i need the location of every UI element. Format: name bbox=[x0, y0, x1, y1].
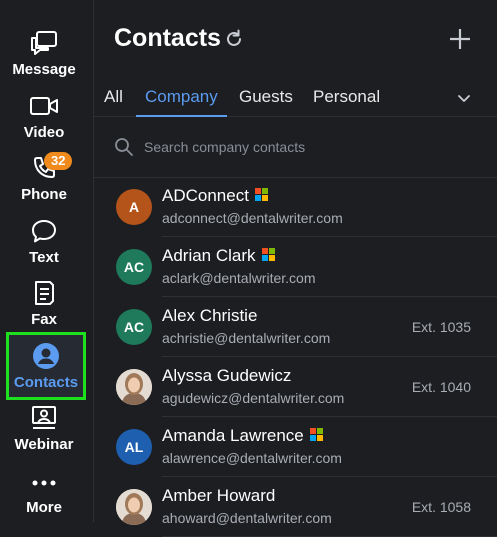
contact-name: Amber Howard bbox=[162, 486, 275, 506]
contact-row[interactable]: Amber Howard ahoward@dentalwriter.com Ext.… bbox=[94, 477, 497, 537]
contact-email: aclark@dentalwriter.com bbox=[162, 270, 316, 286]
contact-email: ahoward@dentalwriter.com bbox=[162, 510, 332, 526]
contact-name: Amanda Lawrence bbox=[162, 426, 324, 446]
contact-email: achristie@dentalwriter.com bbox=[162, 330, 331, 346]
avatar bbox=[116, 489, 152, 525]
microsoft-icon bbox=[309, 428, 324, 442]
avatar bbox=[116, 369, 152, 405]
avatar: AC bbox=[116, 309, 152, 345]
nav-video-label: Video bbox=[23, 124, 65, 141]
contact-extension: Ext. 1058 bbox=[411, 499, 471, 515]
contact-email: agudewicz@dentalwriter.com bbox=[162, 390, 345, 406]
more-dots-icon bbox=[29, 466, 59, 496]
page-title: Contacts bbox=[114, 24, 221, 52]
tab-personal[interactable]: Personal bbox=[313, 87, 380, 115]
contact-name-text: Adrian Clark bbox=[162, 246, 256, 265]
contact-tabs: All Company Guests Personal bbox=[94, 82, 497, 117]
webinar-icon bbox=[29, 403, 59, 433]
nav-webinar[interactable]: Webinar bbox=[0, 401, 88, 463]
contact-name: Alex Christie bbox=[162, 306, 257, 326]
nav-more-label: More bbox=[26, 499, 62, 516]
contact-name: Alyssa Gudewicz bbox=[162, 366, 291, 386]
video-icon bbox=[29, 91, 59, 121]
search-input[interactable] bbox=[142, 133, 476, 161]
contacts-icon bbox=[31, 341, 61, 371]
contacts-panel: Contacts All Company Guests Personal A AD… bbox=[94, 0, 497, 537]
contact-name-text: Amber Howard bbox=[162, 486, 276, 505]
tab-guests[interactable]: Guests bbox=[239, 87, 293, 115]
nav-message-label: Message bbox=[12, 61, 76, 78]
contact-email: alawrence@dentalwriter.com bbox=[162, 450, 342, 466]
contact-row[interactable]: AL Amanda Lawrence alawrence@dentalwriter.… bbox=[94, 417, 497, 477]
contact-name: Adrian Clark bbox=[162, 246, 276, 266]
tab-company[interactable]: Company bbox=[136, 87, 227, 117]
fax-icon bbox=[29, 278, 59, 308]
nav-phone[interactable]: 32 Phone bbox=[0, 151, 88, 213]
contact-row[interactable]: AC Alex Christie achristie@dentalwriter.co… bbox=[94, 297, 497, 357]
message-icon bbox=[29, 28, 59, 58]
avatar: A bbox=[116, 189, 152, 225]
microsoft-icon bbox=[254, 188, 269, 202]
nav-text-label: Text bbox=[29, 249, 59, 266]
add-contact-icon[interactable] bbox=[448, 27, 472, 51]
nav-contacts[interactable]: Contacts bbox=[6, 332, 86, 400]
nav-contacts-label: Contacts bbox=[13, 374, 79, 391]
text-bubble-icon bbox=[29, 216, 59, 246]
phone-badge: 32 bbox=[44, 152, 73, 170]
contact-extension: Ext. 1040 bbox=[411, 379, 471, 395]
chevron-down-icon[interactable] bbox=[456, 90, 472, 106]
contact-row[interactable]: A ADConnect adconnect@dentalwriter.com bbox=[94, 177, 497, 237]
contact-extension: Ext. 1035 bbox=[411, 319, 471, 335]
contact-name: ADConnect bbox=[162, 186, 269, 206]
search-icon bbox=[114, 137, 134, 157]
nav-more[interactable]: More bbox=[0, 464, 88, 526]
nav-video[interactable]: Video bbox=[0, 89, 88, 151]
nav-phone-label: Phone bbox=[21, 186, 67, 203]
nav-webinar-label: Webinar bbox=[14, 436, 74, 453]
microsoft-icon bbox=[261, 248, 276, 262]
nav-message[interactable]: Message bbox=[0, 26, 88, 88]
nav-fax-label: Fax bbox=[31, 311, 57, 328]
contact-row[interactable]: AC Adrian Clark aclark@dentalwriter.com bbox=[94, 237, 497, 297]
contact-email: adconnect@dentalwriter.com bbox=[162, 210, 343, 226]
contact-name-text: Alyssa Gudewicz bbox=[162, 366, 292, 385]
contact-name-text: Alex Christie bbox=[162, 306, 258, 325]
avatar: AL bbox=[116, 429, 152, 465]
nav-text[interactable]: Text bbox=[0, 214, 88, 276]
tab-all[interactable]: All bbox=[104, 87, 123, 115]
contact-row[interactable]: Alyssa Gudewicz agudewicz@dentalwriter.co… bbox=[94, 357, 497, 417]
refresh-icon[interactable] bbox=[224, 29, 244, 49]
avatar: AC bbox=[116, 249, 152, 285]
nav-fax[interactable]: Fax bbox=[0, 276, 88, 338]
contact-name-text: ADConnect bbox=[162, 186, 249, 205]
nav-sidebar: Message Video 32 Phone Text Fax Contacts bbox=[0, 0, 94, 522]
search-bar bbox=[94, 117, 497, 178]
contact-name-text: Amanda Lawrence bbox=[162, 426, 304, 445]
